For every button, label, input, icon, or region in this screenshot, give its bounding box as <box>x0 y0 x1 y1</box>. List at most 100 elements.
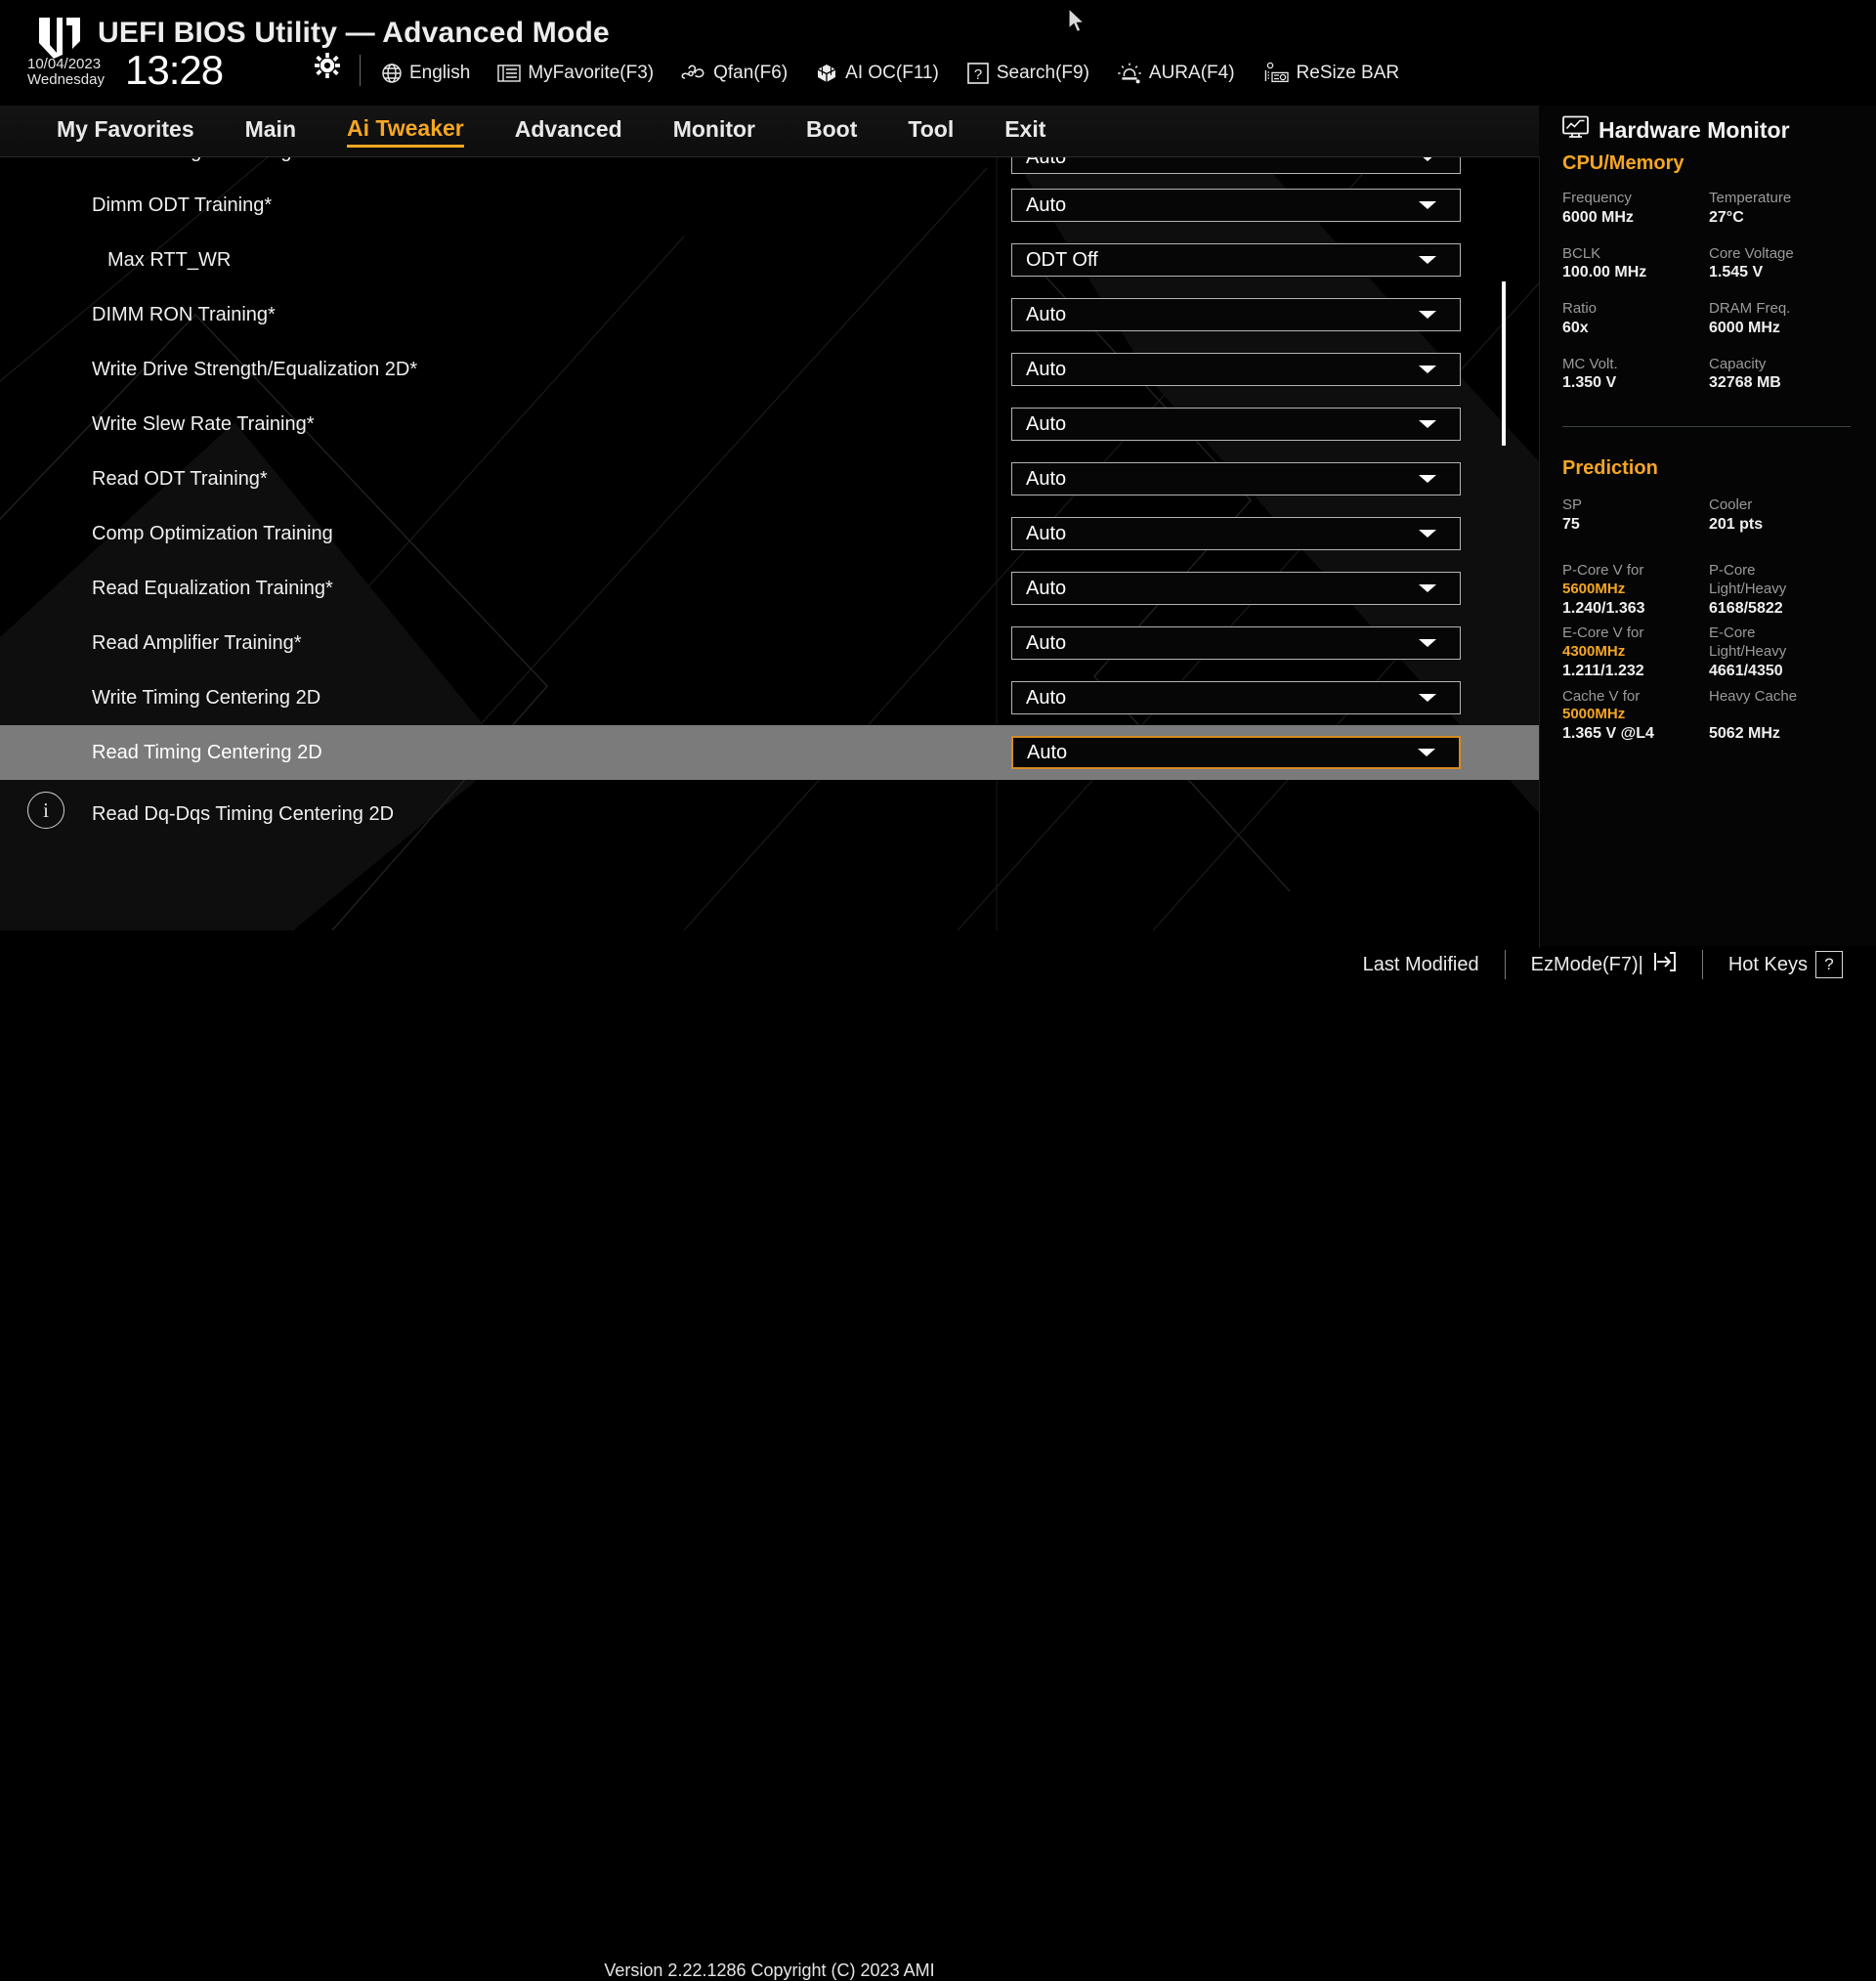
setting-dropdown[interactable]: Auto <box>1011 189 1461 222</box>
language-label: English <box>409 63 471 83</box>
language-button[interactable]: English <box>381 63 470 84</box>
setting-dropdown[interactable]: Auto <box>1011 626 1461 660</box>
setting-dropdown[interactable]: Auto <box>1011 298 1461 331</box>
hw-reading-pair: BCLK 100.00 MHz Core Voltage 1.545 V <box>1562 245 1855 284</box>
setting-value: Auto <box>1026 686 1067 709</box>
last-modified-button[interactable]: Last Modified <box>1363 954 1479 976</box>
setting-dropdown[interactable]: Auto <box>1011 681 1461 714</box>
setting-row[interactable]: Read ODT Training* Auto <box>0 452 1539 506</box>
setting-row[interactable]: Write Slew Rate Training* Auto <box>0 397 1539 452</box>
nav-item-main[interactable]: Main <box>245 116 296 146</box>
tuf-gaming-logo-icon <box>37 16 82 59</box>
nav-item-ai-tweaker[interactable]: Ai Tweaker <box>347 115 464 148</box>
hw-core-reading-pair: Cache V for 5000MHz 1.365 V @L4 Heavy Cache… <box>1562 688 1855 745</box>
setting-row[interactable]: Read Timing Centering with JR Auto <box>0 156 1539 178</box>
setting-label: Comp Optimization Training <box>92 522 333 544</box>
setting-row[interactable]: Read Amplifier Training* Auto <box>0 616 1539 670</box>
setting-dropdown[interactable]: Auto <box>1011 462 1461 495</box>
ai-chip-icon <box>815 63 838 84</box>
gear-icon[interactable] <box>315 53 340 83</box>
setting-label: Write Timing Centering 2D <box>92 686 321 709</box>
setting-value: Auto <box>1027 741 1068 763</box>
nav-item-advanced[interactable]: Advanced <box>515 116 622 146</box>
hw-reading-value: 201 pts <box>1709 515 1764 533</box>
hw-reading-value: 100.00 MHz <box>1562 264 1647 281</box>
qfan-label: Qfan(F6) <box>713 63 789 83</box>
info-row[interactable]: i Read Dq-Dqs Timing Centering 2D <box>0 780 1539 848</box>
nav-item-exit[interactable]: Exit <box>1004 116 1045 146</box>
hw-reading: Temperature 27°C <box>1709 190 1855 229</box>
hw-core-key2-line1: Heavy Cache <box>1709 687 1798 705</box>
hw-reading-pair: SP 75 Cooler 201 pts <box>1562 496 1855 536</box>
scrollbar-track[interactable] <box>1502 156 1506 801</box>
ai-oc-label: AI OC(F11) <box>845 63 939 83</box>
setting-label: Write Drive Strength/Equalization 2D* <box>92 358 418 380</box>
hw-reading-key: DRAM Freq. <box>1709 300 1791 318</box>
scrollbar-thumb[interactable] <box>1502 281 1506 446</box>
hw-reading-pair: MC Volt. 1.350 V Capacity 32768 MB <box>1562 356 1855 395</box>
hw-core-value2: 5062 MHz <box>1709 725 1780 743</box>
hw-core-value2: 6168/5822 <box>1709 599 1783 617</box>
hw-reading-key: Cooler <box>1709 496 1753 513</box>
hw-core-key-line2: 5000MHz <box>1562 706 1626 723</box>
resize-bar-button[interactable]: ReSize BAR <box>1262 62 1399 85</box>
nav-item-monitor[interactable]: Monitor <box>673 116 755 146</box>
last-modified-label: Last Modified <box>1362 953 1479 975</box>
setting-label: Read Amplifier Training* <box>92 631 302 654</box>
setting-row[interactable]: Dimm ODT Training* Auto <box>0 178 1539 233</box>
chevron-down-icon <box>1418 749 1435 756</box>
chevron-down-icon <box>1419 530 1436 538</box>
hw-reading-key: SP <box>1562 496 1583 513</box>
hw-core-key-line1: Cache V for <box>1562 687 1641 705</box>
setting-row[interactable]: DIMM RON Training* Auto <box>0 287 1539 342</box>
setting-row[interactable]: Write Timing Centering 2D Auto <box>0 670 1539 725</box>
header-tools: English MyFavorite(F3) Qfan(F6) AI OC(F1… <box>381 57 1427 90</box>
setting-row[interactable]: Comp Optimization Training Auto <box>0 506 1539 561</box>
setting-dropdown[interactable]: ODT Off <box>1011 243 1461 277</box>
hw-reading: DRAM Freq. 6000 MHz <box>1709 300 1855 339</box>
setting-label: Write Slew Rate Training* <box>92 412 315 435</box>
hotkeys-button[interactable]: Hot Keys ? <box>1728 951 1843 978</box>
monitor-graph-icon <box>1562 115 1589 145</box>
cpu-memory-section-title: CPU/Memory <box>1562 152 1684 174</box>
setting-dropdown[interactable]: Auto <box>1011 156 1461 174</box>
setting-row[interactable]: Read Equalization Training* Auto <box>0 561 1539 616</box>
setting-dropdown[interactable]: Auto <box>1011 353 1461 386</box>
nav-item-my-favorites[interactable]: My Favorites <box>57 116 194 146</box>
prediction-core-readings: P-Core V for 5600MHz 1.240/1.363 P-Core Ligh… <box>1562 562 1855 751</box>
myfavorite-button[interactable]: MyFavorite(F3) <box>497 63 654 84</box>
setting-dropdown[interactable]: Auto <box>1011 517 1461 550</box>
hw-reading-value: 75 <box>1562 515 1580 533</box>
hw-reading-key: Ratio <box>1562 300 1598 318</box>
nav-items: My Favorites Main Ai Tweaker Advanced Monito… <box>57 106 1096 156</box>
chevron-down-icon <box>1419 584 1436 592</box>
setting-label: Read Equalization Training* <box>92 577 333 599</box>
aura-button[interactable]: AURA(F4) <box>1117 63 1235 84</box>
ai-oc-button[interactable]: AI OC(F11) <box>815 63 939 84</box>
setting-value: Auto <box>1026 467 1067 490</box>
setting-value: Auto <box>1026 412 1067 435</box>
setting-row[interactable]: Write Drive Strength/Equalization 2D* Aut… <box>0 342 1539 397</box>
ezmode-button[interactable]: EzMode(F7)| <box>1531 950 1677 979</box>
search-button[interactable]: ? Search(F9) <box>966 62 1089 85</box>
setting-dropdown[interactable]: Auto <box>1011 408 1461 441</box>
hw-reading-value: 6000 MHz <box>1562 208 1634 226</box>
chevron-down-icon <box>1419 311 1436 319</box>
panel-divider <box>1539 156 1540 948</box>
setting-row[interactable]: Read Timing Centering 2D Auto <box>0 725 1539 780</box>
hw-reading-key: Temperature <box>1709 190 1792 206</box>
qfan-button[interactable]: Qfan(F6) <box>681 63 788 84</box>
nav-item-tool[interactable]: Tool <box>908 116 954 146</box>
hardware-monitor-title: Hardware Monitor <box>1562 115 1790 145</box>
hw-reading-value: 60x <box>1562 319 1589 336</box>
fan-icon <box>681 63 706 84</box>
bios-screen: UEFI BIOS Utility — Advanced Mode 10/04/… <box>0 0 1876 1980</box>
setting-dropdown[interactable]: Auto <box>1011 736 1461 769</box>
setting-dropdown[interactable]: Auto <box>1011 572 1461 605</box>
globe-icon <box>381 63 403 84</box>
svg-text:?: ? <box>974 66 982 83</box>
hw-reading-key: MC Volt. <box>1562 355 1618 372</box>
nav-item-boot[interactable]: Boot <box>806 116 857 146</box>
setting-row[interactable]: Max RTT_WR ODT Off <box>0 233 1539 287</box>
chevron-down-icon <box>1419 420 1436 428</box>
